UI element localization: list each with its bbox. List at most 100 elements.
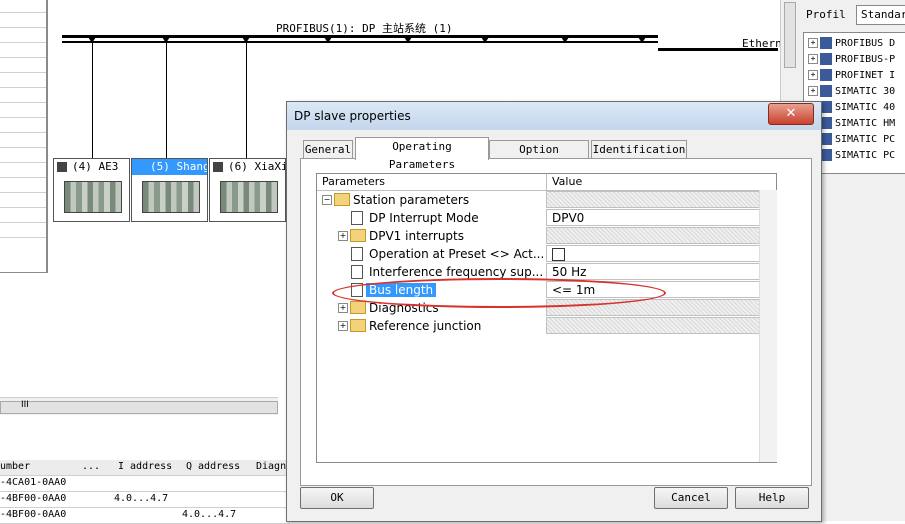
bus-drop	[166, 38, 167, 158]
slave-station-6[interactable]: (6) XiaXi	[209, 158, 286, 222]
tab-general[interactable]: General	[303, 140, 353, 159]
bus-connector-icon	[481, 37, 489, 43]
table-header: umber ... I address Q address Diagn	[0, 460, 290, 476]
ethernet-label: Ethern	[742, 37, 782, 50]
col-i-address: I address	[118, 461, 173, 472]
folder-icon	[350, 229, 366, 242]
dialog-title: DP slave properties	[294, 109, 411, 123]
dp-slave-properties-dialog: DP slave properties ✕ General Operating …	[286, 101, 822, 522]
param-row-operation-at-preset[interactable]: Operation at Preset <> Act...	[317, 245, 776, 263]
catalog-item[interactable]: + PROFIBUS D	[808, 37, 895, 53]
cell-number: -4BF00-0AA0	[0, 493, 67, 504]
param-row-station-parameters[interactable]: − Station parameters	[317, 191, 776, 209]
scroll-grip: III	[21, 400, 29, 410]
expand-icon[interactable]: +	[808, 70, 818, 80]
left-panel	[0, 0, 48, 273]
bus-connector-icon	[242, 37, 250, 43]
table-row[interactable]: -4BF00-0AA0 4.0...4.7	[0, 508, 290, 524]
slave-label: (6) XiaXi	[228, 160, 285, 173]
profile-label: Profil	[806, 8, 846, 21]
expand-icon[interactable]: +	[338, 321, 348, 331]
document-icon	[351, 283, 363, 297]
tab-identification[interactable]: Identification	[591, 140, 687, 159]
horizontal-scrollbar[interactable]: III	[0, 397, 278, 415]
param-value[interactable]	[546, 245, 774, 262]
folder-icon	[350, 301, 366, 314]
table-row[interactable]: -4CA01-0AA0	[0, 476, 290, 492]
grid-scrollbar[interactable]	[759, 190, 777, 462]
network-icon	[820, 69, 832, 81]
param-name: Interference frequency sup...	[369, 265, 544, 279]
tab-operating-parameters[interactable]: Operating Parameters	[355, 137, 489, 171]
param-row-bus-length[interactable]: Bus length <= 1m	[317, 281, 776, 299]
param-value	[546, 191, 774, 208]
document-icon	[351, 265, 363, 279]
dialog-titlebar[interactable]: DP slave properties ✕	[287, 102, 821, 130]
bus-connector-icon	[162, 37, 170, 43]
bus-drop	[92, 38, 93, 158]
expand-icon[interactable]: +	[338, 231, 348, 241]
value-header: Value	[552, 175, 583, 188]
param-name: Diagnostics	[369, 301, 439, 315]
rack-icon	[220, 181, 278, 213]
param-name: DP Interrupt Mode	[369, 211, 479, 225]
scroll-thumb[interactable]: III	[0, 400, 278, 414]
param-value[interactable]: 50 Hz	[546, 263, 774, 280]
param-row-dp-interrupt-mode[interactable]: DP Interrupt Mode DPV0	[317, 209, 776, 227]
parameters-header: Parameters	[322, 175, 385, 188]
grid-header: Parameters Value	[317, 174, 776, 191]
param-value[interactable]: DPV0	[546, 209, 774, 226]
scroll-thumb[interactable]	[784, 2, 796, 68]
param-row-interference-frequency[interactable]: Interference frequency sup... 50 Hz	[317, 263, 776, 281]
expand-icon[interactable]: +	[338, 303, 348, 313]
catalog-item[interactable]: + SIMATIC 30	[808, 85, 895, 101]
ok-button[interactable]: OK	[300, 487, 374, 509]
expand-icon[interactable]: +	[808, 38, 818, 48]
network-icon	[820, 37, 832, 49]
close-icon: ✕	[785, 106, 797, 121]
profile-select[interactable]: Standar	[856, 5, 905, 25]
param-value	[546, 317, 774, 334]
cell-number: -4BF00-0AA0	[0, 509, 67, 520]
bus-connector-icon	[88, 37, 96, 43]
network-icon	[820, 53, 832, 65]
bus-connector-icon	[561, 37, 569, 43]
catalog-item[interactable]: + PROFIBUS-P	[808, 53, 895, 69]
param-row-diagnostics[interactable]: + Diagnostics	[317, 299, 776, 317]
slave-label: (5) Shang	[132, 159, 207, 175]
col-q-address: Q address	[186, 461, 241, 472]
col-more: ...	[82, 461, 101, 472]
col-number: umber	[0, 461, 31, 472]
collapse-icon[interactable]: −	[322, 195, 332, 205]
col-diagnostics: Diagn	[256, 461, 287, 472]
slave-station-5[interactable]: (5) Shang	[131, 158, 208, 222]
rack-icon	[64, 181, 122, 213]
plc-icon	[820, 85, 832, 97]
slave-station-4[interactable]: (4) AE3	[53, 158, 130, 222]
param-row-reference-junction[interactable]: + Reference junction	[317, 317, 776, 335]
folder-icon	[334, 193, 350, 206]
catalog-item[interactable]: + PROFINET I	[808, 69, 895, 85]
document-icon	[351, 247, 363, 261]
param-name: DPV1 interrupts	[369, 229, 464, 243]
param-name: Operation at Preset <> Act...	[369, 247, 545, 261]
bus-title: PROFIBUS(1): DP 主站系统 (1)	[276, 22, 453, 35]
document-icon	[351, 211, 363, 225]
param-value[interactable]: <= 1m	[546, 281, 774, 298]
tab-option-handling[interactable]: Option Handling	[489, 140, 589, 174]
checkbox[interactable]	[552, 248, 565, 261]
cancel-button[interactable]: Cancel	[654, 487, 728, 509]
param-row-dpv1-interrupts[interactable]: + DPV1 interrupts	[317, 227, 776, 245]
param-name: Reference junction	[369, 319, 482, 333]
help-button[interactable]: Help	[735, 487, 809, 509]
slave-label: (4) AE3	[72, 160, 119, 173]
folder-icon	[350, 319, 366, 332]
cell-number: -4CA01-0AA0	[0, 477, 67, 488]
close-button[interactable]: ✕	[768, 103, 814, 125]
column-divider[interactable]	[546, 174, 547, 190]
table-row[interactable]: -4BF00-0AA0 4.0...4.7	[0, 492, 290, 508]
expand-icon[interactable]: +	[808, 54, 818, 64]
expand-icon[interactable]: +	[808, 86, 818, 96]
parameters-grid: Parameters Value − Station parameters DP…	[316, 173, 777, 463]
cell-i-address: 4.0...4.7	[114, 493, 169, 504]
